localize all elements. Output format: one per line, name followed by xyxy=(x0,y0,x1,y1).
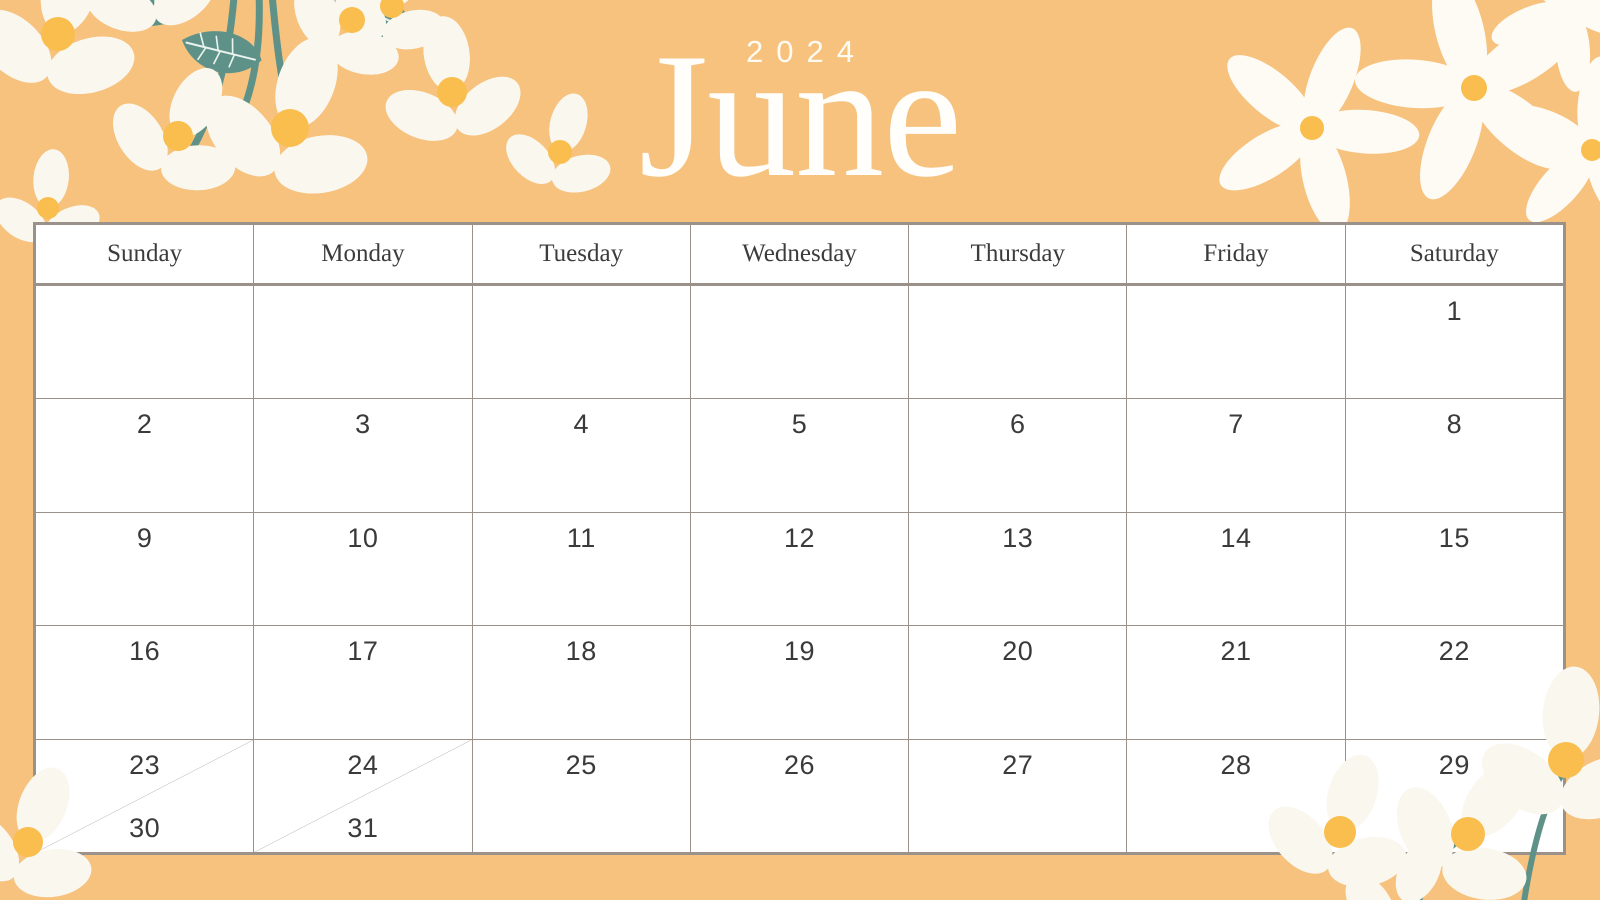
day-number: 11 xyxy=(566,522,596,553)
month-title: June xyxy=(638,16,962,214)
calendar-day-cell[interactable]: 3 xyxy=(254,399,473,512)
day-number: 14 xyxy=(1220,522,1252,553)
calendar-day-cell[interactable]: 21 xyxy=(1127,626,1346,739)
calendar-day-cell[interactable]: 8 xyxy=(1346,399,1563,511)
weekday-header-saturday: Saturday xyxy=(1409,240,1499,267)
day-number: 9 xyxy=(136,522,153,553)
weekday-header-thursday: Thursday xyxy=(909,225,1128,283)
calendar-day-cell[interactable]: 19 xyxy=(691,626,910,739)
calendar-day-cell[interactable]: 26 xyxy=(691,739,910,853)
weekday-header-wednesday: Wednesday xyxy=(691,225,910,283)
calendar-empty-cell[interactable] xyxy=(909,286,1128,399)
calendar-day-cell[interactable]: 27 xyxy=(909,739,1128,853)
day-number: 4 xyxy=(573,409,589,440)
calendar-day-cell[interactable]: 14 xyxy=(1127,512,1346,626)
calendar-empty-cell[interactable] xyxy=(473,286,691,399)
day-number: 3 xyxy=(355,409,371,440)
weekday-header-monday: Monday xyxy=(254,225,473,283)
day-number: 19 xyxy=(783,636,815,667)
calendar-day-cell[interactable]: 5 xyxy=(691,399,910,512)
calendar-day-cell[interactable]: 28 xyxy=(1127,739,1346,853)
day-number: 5 xyxy=(791,409,808,440)
day-number: 28 xyxy=(1220,749,1252,780)
day-number: 8 xyxy=(1446,409,1463,440)
calendar-day-cell[interactable]: 22 xyxy=(1346,626,1563,738)
day-number-secondary: 30 xyxy=(129,813,161,844)
day-number: 29 xyxy=(1438,749,1470,780)
day-number: 23 xyxy=(129,749,161,780)
day-number: 26 xyxy=(783,749,815,780)
calendar-grid: Sunday Monday Tuesday Wednesday Thursday… xyxy=(33,222,1566,855)
day-number: 21 xyxy=(1220,636,1252,667)
calendar-empty-cell[interactable] xyxy=(36,286,255,399)
calendar-day-cell[interactable]: 15 xyxy=(1346,513,1563,625)
weekday-header-sunday: Sunday xyxy=(36,225,255,283)
calendar-page: 2024 June Sunday Monday Tuesday Wednesda… xyxy=(0,0,1600,900)
calendar-day-cell[interactable]: 9 xyxy=(36,512,255,626)
calendar-day-cell[interactable]: 6 xyxy=(909,399,1128,512)
calendar-week-row: 16 17 18 19 20 21 22 xyxy=(36,626,1563,740)
calendar-day-cell[interactable]: 25 xyxy=(473,739,691,853)
day-number: 6 xyxy=(1010,409,1026,440)
day-number: 15 xyxy=(1438,522,1470,553)
calendar-week-row: 23 30 24 31 25 26 27 28 29 xyxy=(36,739,1563,853)
day-number: 1 xyxy=(1446,296,1463,326)
day-number: 24 xyxy=(347,749,379,780)
calendar-day-cell[interactable]: 10 xyxy=(254,512,473,626)
calendar-day-cell[interactable]: 20 xyxy=(909,626,1128,739)
day-number: 27 xyxy=(1002,749,1034,780)
calendar-day-cell[interactable]: 16 xyxy=(36,626,255,739)
calendar-empty-cell[interactable] xyxy=(254,286,473,399)
calendar-week-row: 1 xyxy=(36,286,1563,400)
calendar-day-cell[interactable]: 17 xyxy=(254,626,473,739)
calendar-week-row: 9 10 11 12 13 14 15 xyxy=(36,512,1563,627)
calendar-week-row: 2 3 4 5 6 7 8 xyxy=(36,399,1563,513)
day-number: 13 xyxy=(1002,522,1034,553)
weekday-header-row: Sunday Monday Tuesday Wednesday Thursday… xyxy=(36,225,1563,286)
day-number-secondary: 31 xyxy=(347,813,379,844)
calendar-empty-cell[interactable] xyxy=(691,286,910,399)
calendar-day-cell[interactable]: 7 xyxy=(1127,399,1346,512)
calendar-empty-cell[interactable] xyxy=(1127,286,1346,399)
calendar-day-cell[interactable]: 11 xyxy=(473,512,691,626)
day-number: 20 xyxy=(1002,636,1034,667)
calendar-day-cell[interactable]: 1 xyxy=(1346,286,1563,398)
day-number: 7 xyxy=(1228,409,1244,440)
day-number: 25 xyxy=(565,749,597,780)
day-number: 18 xyxy=(565,636,597,667)
day-number: 22 xyxy=(1438,636,1470,667)
calendar-day-cell[interactable]: 13 xyxy=(909,512,1128,626)
calendar-day-cell[interactable]: 23 30 xyxy=(36,739,255,853)
day-number: 16 xyxy=(129,636,161,667)
weekday-header-friday: Friday xyxy=(1127,225,1346,283)
calendar-day-cell[interactable]: 4 xyxy=(473,399,691,512)
day-number: 2 xyxy=(136,409,153,440)
calendar-header: 2024 June xyxy=(0,0,1600,222)
calendar-day-cell[interactable]: 24 31 xyxy=(254,739,473,853)
calendar-day-cell[interactable]: 29 xyxy=(1346,740,1563,852)
calendar-day-cell[interactable]: 2 xyxy=(36,399,255,512)
day-number: 12 xyxy=(783,522,815,553)
calendar-day-cell[interactable]: 12 xyxy=(691,512,910,626)
calendar-day-cell[interactable]: 18 xyxy=(473,626,691,739)
day-number: 17 xyxy=(347,636,379,667)
weekday-header-tuesday: Tuesday xyxy=(473,225,691,283)
day-number: 10 xyxy=(347,522,379,553)
